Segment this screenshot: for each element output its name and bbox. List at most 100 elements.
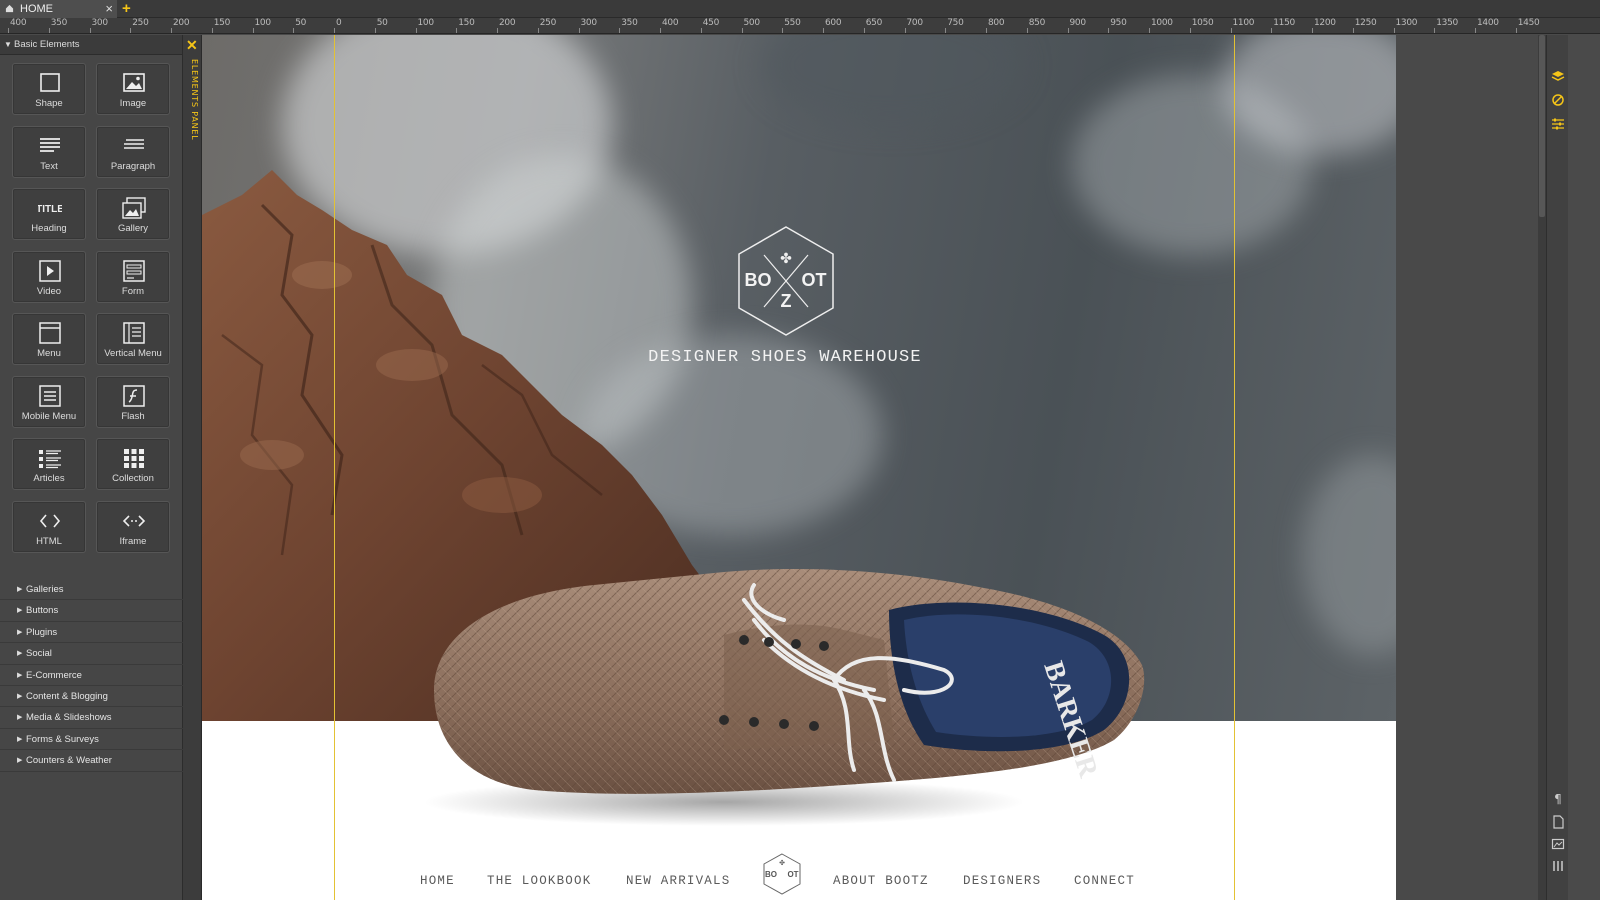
category-social[interactable]: ▶ Social [0, 643, 183, 665]
ruler-tick [1108, 28, 1110, 33]
ruler-tick [1067, 28, 1069, 33]
menu-icon [39, 322, 61, 344]
ruler-tick-label: 1450 [1517, 18, 1540, 28]
ruler-tick [782, 28, 784, 33]
element-tile-label: Paragraph [110, 160, 156, 172]
element-tile-iframe[interactable]: Iframe [96, 500, 170, 553]
element-tile-articles[interactable]: Articles [12, 438, 86, 490]
hero-tagline[interactable]: DESIGNER SHOES WAREHOUSE [632, 348, 938, 367]
nav-home[interactable]: HOME [420, 874, 455, 888]
element-tile-mobile-menu[interactable]: Mobile Menu [12, 375, 86, 428]
element-tile-shape[interactable]: Shape [12, 63, 86, 115]
ruler-tick-label: 350 [50, 18, 68, 28]
ruler-tick [130, 28, 132, 33]
ruler-tick-label: 700 [906, 18, 924, 28]
element-tile-text[interactable]: Text [12, 125, 86, 178]
ruler-tick [252, 28, 254, 33]
category-label: E-Commerce [26, 669, 82, 681]
section-header-basic-elements[interactable]: ▼ Basic Elements [0, 35, 182, 55]
ruler-tick [456, 28, 458, 33]
ruler-tick-label: 100 [417, 18, 435, 28]
horizontal-ruler[interactable]: 400 350 300 250 200 150 100 50 0 50 100 150 200 250 30… [0, 18, 1600, 34]
ruler-tick-label: 200 [173, 18, 190, 28]
element-tile-paragraph[interactable]: Paragraph [96, 125, 170, 178]
page-canvas[interactable]: ✤ BO OT Z DESIGNER SHOES WAREHOUSE BARKE… [202, 35, 1396, 900]
category-plugins[interactable]: ▶ Plugins [0, 622, 183, 644]
video-icon [39, 259, 61, 282]
ruler-tick [578, 28, 580, 33]
nav-designers[interactable]: DESIGNERS [963, 874, 1041, 888]
ruler-tick [1393, 28, 1395, 33]
element-tile-heading[interactable]: TITLE Heading [12, 188, 86, 240]
ruler-tick [89, 28, 91, 33]
nav-logo[interactable]: ✤ BO OT [762, 853, 802, 895]
element-tile-label: Collection [112, 473, 154, 484]
page-icon[interactable] [1551, 815, 1565, 829]
scrollbar-thumb[interactable] [1539, 35, 1545, 217]
ruler-tick [741, 28, 743, 33]
element-tile-image[interactable]: Image [96, 63, 170, 115]
element-tile-label: Form [121, 285, 145, 297]
category-forms-surveys[interactable]: ▶ Forms & Surveys [0, 729, 183, 751]
ruler-tick [660, 28, 661, 33]
ruler-tick [211, 28, 213, 33]
ruler-tick-label: 0 [336, 18, 342, 28]
vertical-scrollbar[interactable] [1538, 35, 1546, 900]
ruler-tick-label: 950 [1110, 18, 1127, 28]
category-buttons[interactable]: ▶ Buttons [0, 600, 183, 622]
settings-sliders-icon[interactable] [1551, 117, 1565, 131]
ruler-tick-label: 800 [988, 18, 1005, 28]
category-e-commerce[interactable]: ▶ E-Commerce [0, 665, 183, 686]
right-margin [1568, 35, 1600, 900]
category-label: Social [26, 648, 52, 660]
layers-icon[interactable] [1551, 69, 1565, 83]
style-icon[interactable] [1551, 93, 1565, 107]
element-grid: Shape Image Text Paragraph TITLE Heading Galle… [0, 55, 182, 553]
element-tile-flash[interactable]: Flash [96, 375, 170, 428]
paragraph-mark-icon[interactable]: ¶ [1551, 791, 1565, 805]
category-label: Content & Blogging [26, 690, 108, 702]
ruler-tick-label: 1050 [1191, 18, 1214, 28]
form-icon [123, 259, 145, 282]
ruler-tick [1475, 28, 1476, 33]
ruler-tick [497, 28, 498, 33]
close-panel-icon[interactable]: ✕ [186, 37, 198, 54]
element-tile-label: Iframe [119, 535, 147, 547]
layout-guide-left[interactable] [334, 35, 335, 900]
category-label: Plugins [26, 626, 58, 638]
tab-home[interactable]: HOME × [0, 0, 117, 18]
vertical-menu-icon [123, 322, 145, 344]
nav-connect[interactable]: CONNECT [1074, 874, 1135, 888]
layout-guide-right[interactable] [1234, 35, 1235, 900]
category-content-blogging[interactable]: ▶ Content & Blogging [0, 686, 183, 708]
ruler-tick [48, 28, 50, 33]
nav-new-arrivals[interactable]: NEW ARRIVALS [626, 874, 730, 888]
site-navigation: HOME THE LOOKBOOK NEW ARRIVALS ✤ BO OT A… [202, 853, 1396, 900]
ruler-tick [1352, 28, 1354, 33]
element-tile-collection[interactable]: Collection [96, 438, 170, 490]
gallery-icon [122, 197, 146, 219]
element-tile-gallery[interactable]: Gallery [96, 188, 170, 240]
category-galleries[interactable]: ▶ Galleries [0, 579, 183, 601]
close-tab-icon[interactable]: × [105, 0, 113, 18]
html-icon [39, 513, 61, 528]
add-tab-button[interactable]: + [122, 0, 131, 17]
elements-panel-strip: ✕ ELEMENTS PANEL [183, 35, 202, 900]
columns-icon[interactable] [1551, 859, 1565, 873]
category-counters-weather[interactable]: ▶ Counters & Weather [0, 750, 183, 772]
shoe-image[interactable]: BARKER [424, 540, 1149, 850]
strip-title: ELEMENTS PANEL [190, 59, 199, 141]
nav-about[interactable]: ABOUT BOOTZ [833, 874, 929, 888]
tab-label: HOME [20, 3, 53, 15]
media-icon[interactable] [1551, 837, 1565, 851]
category-label: Buttons [26, 605, 59, 617]
element-tile-menu[interactable]: Menu [12, 313, 86, 365]
element-tile-form[interactable]: Form [96, 250, 170, 303]
element-tile-vertical-menu[interactable]: Vertical Menu [96, 313, 170, 365]
element-tile-label: Video [36, 285, 62, 297]
element-tile-html[interactable]: HTML [12, 500, 86, 553]
nav-lookbook[interactable]: THE LOOKBOOK [487, 874, 591, 888]
category-label: Forms & Surveys [26, 733, 99, 745]
category-media-slideshows[interactable]: ▶ Media & Slideshows [0, 707, 183, 729]
element-tile-video[interactable]: Video [12, 250, 86, 303]
